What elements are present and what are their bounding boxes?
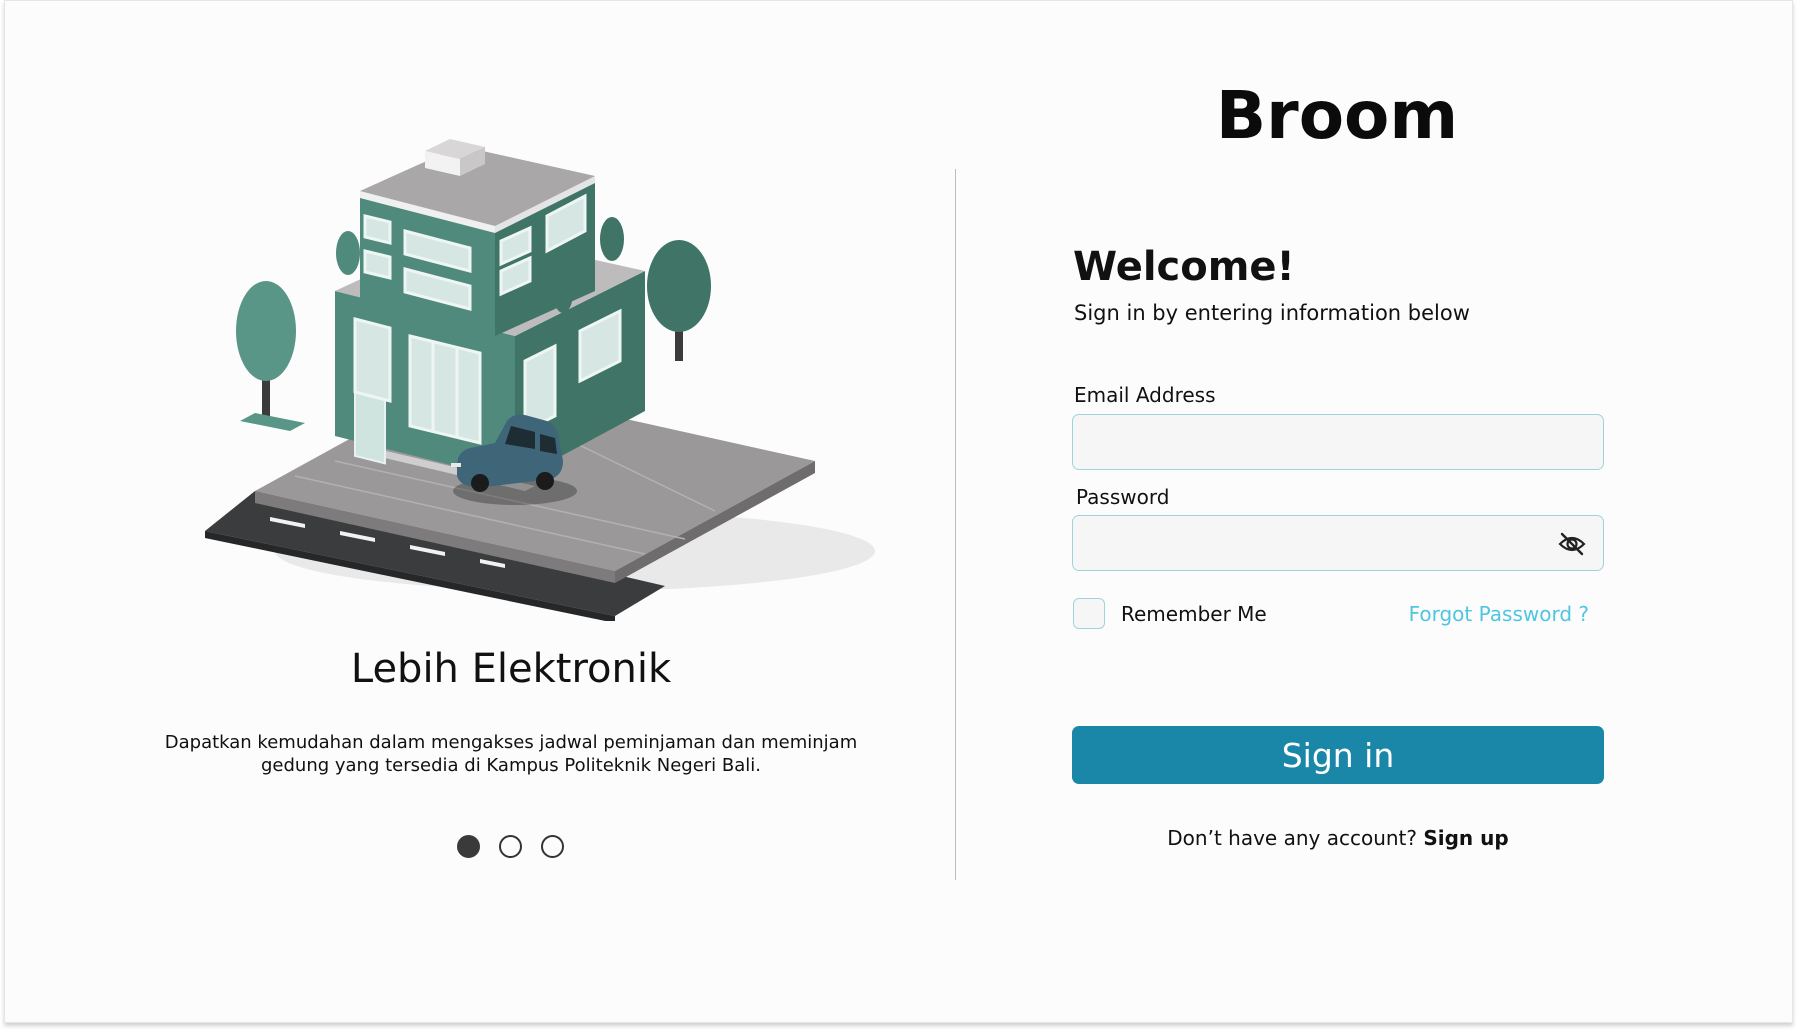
remember-me-label[interactable]: Remember Me xyxy=(1121,602,1267,626)
remember-me-checkbox[interactable] xyxy=(1073,598,1105,629)
carousel-pagination xyxy=(457,835,564,858)
email-label: Email Address xyxy=(1074,383,1216,407)
app-window: Lebih Elektronik Dapatkan kemudahan dala… xyxy=(4,0,1793,1023)
carousel-dot-2[interactable] xyxy=(499,835,522,858)
signup-row: Don’t have any account? Sign up xyxy=(1072,826,1604,850)
password-field-wrapper xyxy=(1072,515,1604,571)
password-field[interactable] xyxy=(1073,516,1603,570)
forgot-password-link[interactable]: Forgot Password ? xyxy=(1409,602,1589,626)
signup-prompt: Don’t have any account? xyxy=(1167,826,1424,850)
carousel-dot-3[interactable] xyxy=(541,835,564,858)
email-field[interactable] xyxy=(1073,415,1603,469)
brand-logo-text: Broom xyxy=(1215,77,1459,154)
password-label: Password xyxy=(1076,485,1170,509)
carousel-title: Lebih Elektronik xyxy=(350,646,672,692)
email-field-wrapper xyxy=(1072,414,1604,470)
building-illustration xyxy=(205,139,875,621)
carousel-dot-1[interactable] xyxy=(457,835,480,858)
eye-off-icon[interactable] xyxy=(1557,530,1587,558)
welcome-subtitle: Sign in by entering information below xyxy=(1074,301,1470,325)
sign-in-button[interactable]: Sign in xyxy=(1072,726,1604,784)
carousel-description: Dapatkan kemudahan dalam mengakses jadwa… xyxy=(164,732,858,776)
welcome-heading: Welcome! xyxy=(1073,244,1295,290)
panel-divider xyxy=(955,169,956,880)
signup-link[interactable]: Sign up xyxy=(1423,826,1508,850)
